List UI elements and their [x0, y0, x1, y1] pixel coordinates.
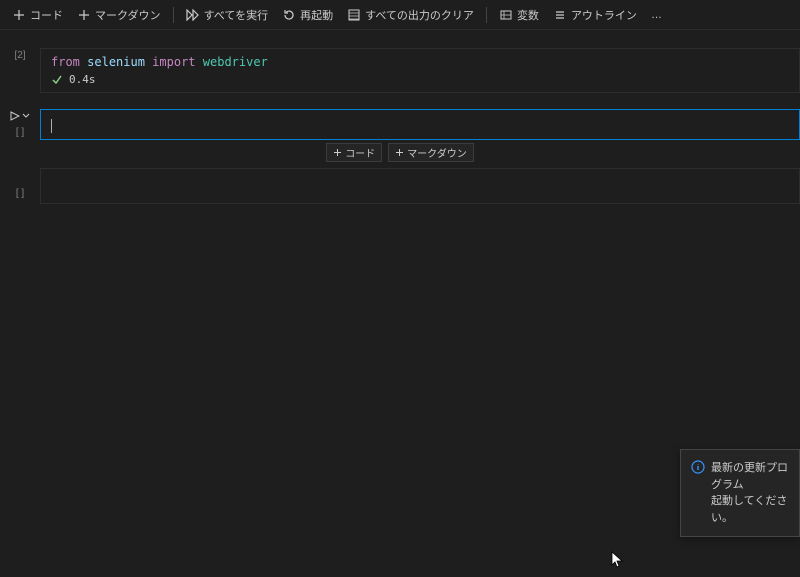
- plus-icon: [395, 148, 404, 157]
- toolbar-separator: [486, 7, 487, 23]
- add-code-cell-button[interactable]: コード: [6, 4, 69, 26]
- execution-time: 0.4s: [69, 73, 96, 86]
- clear-outputs-button[interactable]: すべての出力のクリア: [341, 4, 480, 26]
- cell-type-icon: [ ]: [16, 188, 24, 199]
- mouse-cursor: [611, 551, 625, 569]
- run-all-icon: [186, 8, 200, 22]
- toast-message: 最新の更新プログラム 起動してください。: [711, 460, 789, 526]
- check-icon: [51, 74, 63, 86]
- run-all-label: すべてを実行: [204, 7, 269, 23]
- outline-label: アウトライン: [571, 7, 637, 23]
- toast-line1: 最新の更新プログラム: [711, 460, 789, 493]
- toast-line2: 起動してください。: [711, 493, 789, 526]
- code-module: selenium: [87, 55, 145, 69]
- code-cell: [ ]: [0, 109, 800, 140]
- outline-icon: [553, 8, 567, 22]
- code-keyword: from: [51, 55, 80, 69]
- variables-icon: [499, 8, 513, 22]
- plus-icon: [333, 148, 342, 157]
- info-icon: [691, 460, 705, 526]
- add-code-label: コード: [30, 7, 63, 23]
- cell-gutter: [2]: [0, 48, 40, 93]
- chevron-down-icon: [22, 112, 30, 120]
- restart-icon: [282, 8, 296, 22]
- cell-type-icon: [ ]: [16, 127, 24, 138]
- insert-code-label: コード: [345, 145, 375, 160]
- run-all-button[interactable]: すべてを実行: [180, 4, 275, 26]
- plus-icon: [12, 8, 26, 22]
- variables-label: 変数: [517, 7, 539, 23]
- variables-button[interactable]: 変数: [493, 4, 545, 26]
- text-cursor: [51, 119, 52, 133]
- toolbar-separator: [173, 7, 174, 23]
- add-markdown-label: マークダウン: [95, 7, 161, 23]
- restart-button[interactable]: 再起動: [276, 4, 339, 26]
- code-cell-editor[interactable]: [40, 109, 800, 140]
- plus-icon: [77, 8, 91, 22]
- cell-gutter: [ ]: [0, 168, 40, 204]
- insert-markdown-button[interactable]: マークダウン: [388, 143, 474, 162]
- cell-insert-toolbar: コード マークダウン: [0, 144, 800, 162]
- add-markdown-cell-button[interactable]: マークダウン: [71, 4, 167, 26]
- restart-label: 再起動: [300, 7, 333, 23]
- code-cell-editor[interactable]: from selenium import webdriver 0.4s: [40, 48, 800, 93]
- clear-outputs-icon: [347, 8, 361, 22]
- execution-count: [2]: [14, 50, 25, 61]
- more-actions-button[interactable]: …: [645, 6, 668, 24]
- code-identifier: webdriver: [203, 55, 268, 69]
- more-label: …: [651, 9, 662, 21]
- code-cell-editor[interactable]: [40, 168, 800, 204]
- insert-code-button[interactable]: コード: [326, 143, 382, 162]
- notebook-body: [2] from selenium import webdriver 0.4s: [0, 30, 800, 204]
- code-cell: [2] from selenium import webdriver 0.4s: [0, 48, 800, 93]
- code-cell: [ ]: [0, 168, 800, 204]
- code-keyword: import: [152, 55, 195, 69]
- cell-status: 0.4s: [51, 69, 789, 86]
- update-notification-toast[interactable]: 最新の更新プログラム 起動してください。: [680, 449, 800, 537]
- insert-markdown-label: マークダウン: [407, 145, 467, 160]
- notebook-toolbar: コード マークダウン すべてを実行 再起動 すべての出力のクリア 変数: [0, 0, 800, 30]
- outline-button[interactable]: アウトライン: [547, 4, 643, 26]
- run-cell-button[interactable]: [10, 111, 30, 121]
- clear-outputs-label: すべての出力のクリア: [365, 7, 474, 23]
- cell-gutter: [ ]: [0, 109, 40, 140]
